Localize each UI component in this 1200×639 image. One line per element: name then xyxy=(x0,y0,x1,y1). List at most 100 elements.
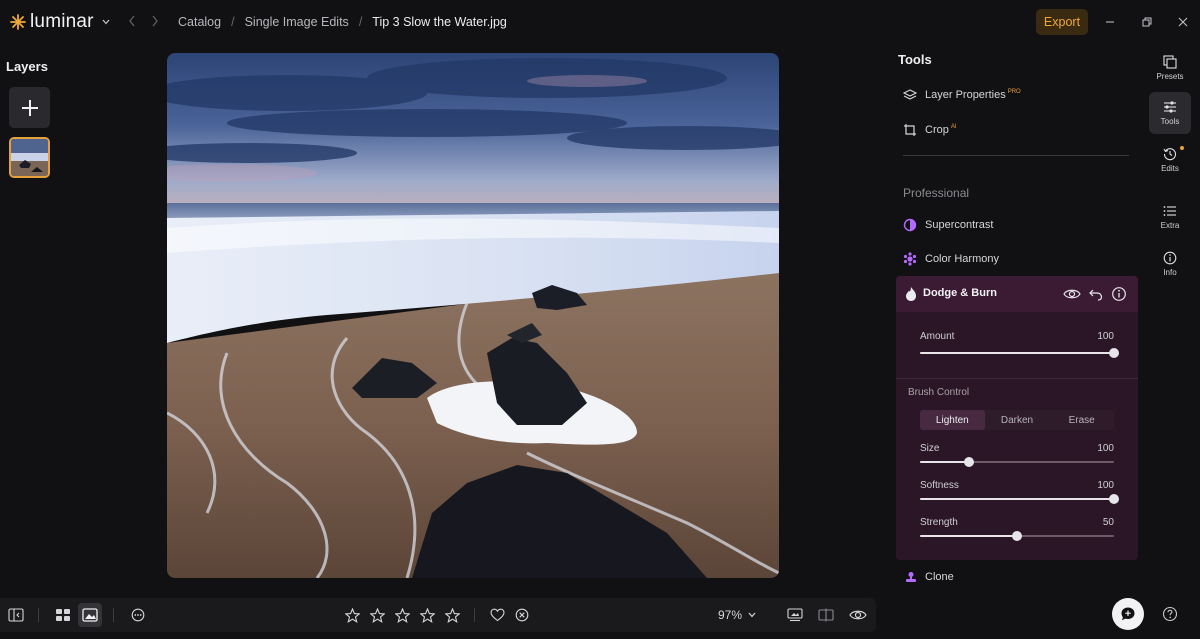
tools-title: Tools xyxy=(898,52,932,67)
grid-icon xyxy=(56,609,70,621)
close-icon xyxy=(1178,17,1188,27)
tool-clone[interactable]: Clone xyxy=(905,571,954,583)
rating-star-4[interactable] xyxy=(415,603,439,627)
tool-supercontrast[interactable]: Supercontrast xyxy=(903,218,993,232)
strength-label: Strength xyxy=(920,517,958,528)
seascape-photo xyxy=(167,53,779,578)
strength-slider[interactable] xyxy=(920,530,1114,542)
image-icon xyxy=(82,608,98,622)
rail-label: Tools xyxy=(1160,117,1180,126)
photo-canvas[interactable] xyxy=(167,53,779,578)
star-icon xyxy=(444,607,460,623)
layers-title: Layers xyxy=(6,59,48,74)
single-view-button[interactable] xyxy=(78,603,102,627)
color-harmony-icon xyxy=(903,252,917,266)
info-icon xyxy=(1163,251,1177,265)
breadcrumb-album[interactable]: Single Image Edits xyxy=(245,15,349,29)
preview-button[interactable] xyxy=(846,603,870,627)
fit-screen-icon xyxy=(787,608,803,622)
export-button[interactable]: Export xyxy=(1036,9,1088,35)
rating-star-1[interactable] xyxy=(340,603,364,627)
mode-lighten-button[interactable]: Lighten xyxy=(920,410,985,430)
supercontrast-icon xyxy=(903,218,917,232)
assistant-chat-button[interactable] xyxy=(1112,598,1144,630)
size-slider[interactable] xyxy=(920,456,1114,468)
mode-erase-button[interactable]: Erase xyxy=(1049,410,1114,430)
clone-stamp-icon xyxy=(906,572,916,582)
softness-slider[interactable] xyxy=(920,493,1119,505)
eye-icon xyxy=(849,610,867,620)
compare-button[interactable] xyxy=(814,603,838,627)
amount-label: Amount xyxy=(920,331,955,342)
zoom-value: 97% xyxy=(718,608,743,622)
amount-value: 100 xyxy=(1097,331,1114,342)
info-icon[interactable] xyxy=(1111,286,1127,302)
top-bar: luminar Catalog / Single Image Edits / T… xyxy=(0,0,1200,44)
rail-label: Edits xyxy=(1161,164,1179,173)
eye-icon[interactable] xyxy=(1063,286,1081,302)
toggle-sidebar-button[interactable] xyxy=(4,603,28,627)
layers-icon xyxy=(903,88,917,102)
chat-bubble-icon xyxy=(1121,607,1135,621)
rating-star-2[interactable] xyxy=(365,603,389,627)
star-icon xyxy=(419,607,435,623)
close-button[interactable] xyxy=(1173,12,1193,32)
rail-edits[interactable]: Edits xyxy=(1149,139,1191,181)
breadcrumb: Catalog / Single Image Edits / Tip 3 Slo… xyxy=(178,15,507,29)
slider-handle[interactable] xyxy=(963,457,974,467)
tool-color-harmony[interactable]: Color Harmony xyxy=(903,252,999,266)
brush-control-title: Brush Control xyxy=(908,387,970,398)
softness-value: 100 xyxy=(1097,480,1114,491)
breadcrumb-separator: / xyxy=(231,15,235,29)
grid-view-button[interactable] xyxy=(51,603,75,627)
slider-fill xyxy=(920,498,1114,500)
reject-button[interactable] xyxy=(510,603,534,627)
size-value: 100 xyxy=(1097,443,1114,454)
presets-icon xyxy=(1163,55,1177,69)
maximize-button[interactable] xyxy=(1137,12,1157,32)
fit-view-button[interactable] xyxy=(783,603,807,627)
slider-handle[interactable] xyxy=(1109,348,1119,358)
undo-icon[interactable] xyxy=(1089,286,1103,302)
help-icon[interactable] xyxy=(1162,606,1178,622)
reject-icon xyxy=(515,608,529,622)
slider-handle[interactable] xyxy=(1012,531,1022,541)
rating-star-3[interactable] xyxy=(390,603,414,627)
rating-star-5[interactable] xyxy=(440,603,464,627)
breadcrumb-catalog[interactable]: Catalog xyxy=(178,15,221,29)
pro-badge: PRO xyxy=(1007,89,1021,96)
softness-label: Softness xyxy=(920,480,959,491)
more-options-button[interactable] xyxy=(126,603,150,627)
mode-darken-button[interactable]: Darken xyxy=(985,410,1050,430)
rail-label: Extra xyxy=(1160,221,1180,230)
tool-label: Supercontrast xyxy=(925,219,994,231)
flame-icon xyxy=(906,287,916,301)
tool-label: Crop AI xyxy=(925,124,957,136)
tool-crop[interactable]: Crop AI xyxy=(903,123,957,137)
app-logo[interactable]: luminar xyxy=(10,11,110,33)
layer-thumbnail[interactable] xyxy=(9,137,50,178)
breadcrumb-separator: / xyxy=(358,15,363,29)
rail-presets[interactable]: Presets xyxy=(1149,47,1191,89)
list-icon xyxy=(1163,206,1176,216)
zoom-dropdown[interactable]: 97% xyxy=(718,608,756,622)
favorite-button[interactable] xyxy=(485,603,509,627)
history-icon xyxy=(1163,148,1176,161)
layer-thumbnail-image xyxy=(11,139,48,176)
back-arrow-icon[interactable] xyxy=(127,14,137,28)
add-layer-button[interactable] xyxy=(9,87,50,128)
slider-handle[interactable] xyxy=(1109,494,1119,504)
dodge-burn-panel: Dodge & Burn Amount 100 Brush Control Li… xyxy=(896,276,1138,560)
forward-arrow-icon[interactable] xyxy=(150,14,160,28)
compare-icon xyxy=(818,608,834,622)
amount-slider[interactable] xyxy=(920,347,1119,359)
rail-info[interactable]: Info xyxy=(1149,243,1191,285)
divider xyxy=(474,608,475,622)
rail-extra[interactable]: Extra xyxy=(1149,196,1191,238)
minimize-button[interactable] xyxy=(1100,12,1120,32)
tools-icon xyxy=(1164,101,1176,113)
edits-indicator-dot xyxy=(1180,146,1184,150)
chevron-down-icon[interactable] xyxy=(102,19,110,25)
tool-layer-properties[interactable]: Layer Properties PRO xyxy=(903,88,1021,102)
rail-tools[interactable]: Tools xyxy=(1149,92,1191,134)
